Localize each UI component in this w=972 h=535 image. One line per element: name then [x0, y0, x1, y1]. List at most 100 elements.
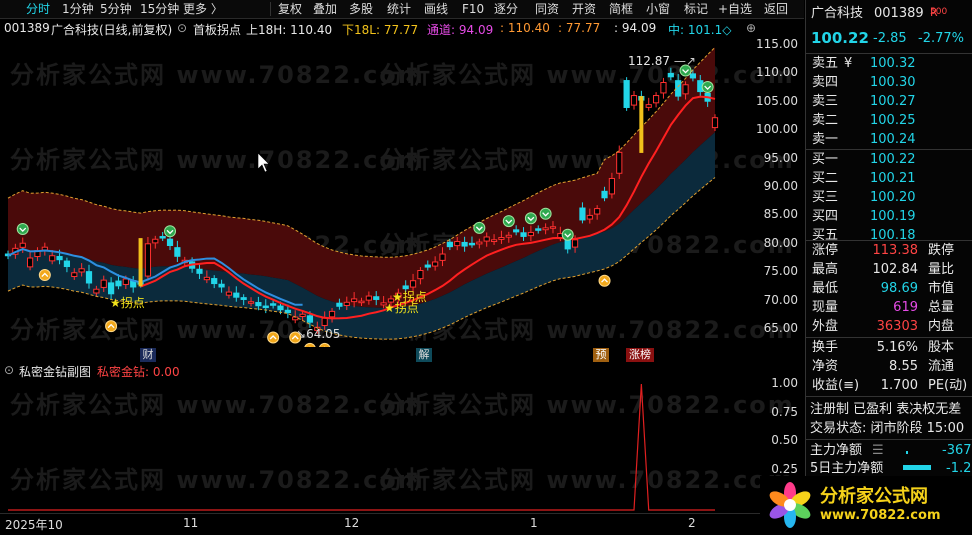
- buy-signal-icon[interactable]: [539, 207, 552, 220]
- stat-value: 619: [893, 300, 918, 315]
- tab-15min[interactable]: 15分钟: [140, 1, 179, 17]
- trade-state-text: 交易状态: 闭市阶段 15:00: [810, 421, 965, 436]
- buy-signal-icon[interactable]: [16, 223, 29, 236]
- f10-button[interactable]: F10: [462, 1, 484, 17]
- tab-5min[interactable]: 5分钟: [100, 1, 132, 17]
- table-icon[interactable]: ☰: [872, 441, 884, 460]
- currency-icon: ¥: [844, 56, 853, 71]
- date-tick: 2: [688, 516, 696, 530]
- simple-frame-button[interactable]: 简框: [609, 1, 633, 17]
- stat-label: 最高: [812, 262, 839, 277]
- mid-value: 中: 101.1◇: [668, 23, 732, 37]
- candle[interactable]: [652, 92, 660, 108]
- ask-row[interactable]: 卖一 100.24: [806, 130, 972, 149]
- stat-row: 外盘 36303 内盘: [806, 317, 972, 336]
- registration-line: 注册制 已盈利 表决权无差: [806, 400, 972, 419]
- ask-price: 100.30: [870, 75, 916, 90]
- date-tick: 11: [183, 516, 199, 530]
- add-favorite-button[interactable]: +自选: [718, 1, 752, 17]
- sell-signal-icon[interactable]: [598, 274, 611, 287]
- current-price: 100.22: [811, 29, 869, 47]
- stat-label: 外盘: [812, 319, 839, 334]
- channel-value: 通道: 94.09: [427, 23, 494, 37]
- date-tick: 12: [344, 516, 360, 530]
- buy-signal-icon[interactable]: [502, 215, 515, 228]
- stat-value: 36303: [876, 319, 918, 334]
- sell-signal-icon[interactable]: [38, 269, 51, 282]
- ask-row[interactable]: 卖二 100.25: [806, 111, 972, 130]
- sell-signal-icon[interactable]: [304, 342, 316, 347]
- ask-price: 100.24: [870, 132, 916, 147]
- open-capital-button[interactable]: 开资: [572, 1, 596, 17]
- candle[interactable]: [645, 97, 652, 111]
- bid-row[interactable]: 买一 100.22: [806, 150, 972, 169]
- price-tick: 90.00: [763, 179, 798, 193]
- tick-button[interactable]: 逐分: [494, 1, 518, 17]
- low-price-marker: ↘64.05: [296, 327, 341, 341]
- buy-signal-icon[interactable]: [164, 225, 177, 238]
- candle[interactable]: [660, 77, 667, 99]
- stat-label-2: 股本: [928, 340, 955, 355]
- panel-stock-name: 广合科技: [811, 6, 864, 21]
- date-axis: 2025年10 11 12 1 2: [0, 513, 760, 535]
- tab-more[interactable]: 更多 〉: [183, 1, 223, 17]
- subchart-toggle-icon[interactable]: ⊙: [4, 363, 14, 377]
- ask-row[interactable]: 卖三 100.27: [806, 92, 972, 111]
- mini-window-button[interactable]: 小窗: [646, 1, 670, 17]
- mark-button[interactable]: 标记: [684, 1, 708, 17]
- indicator-toggle-icon[interactable]: ⊙: [177, 21, 187, 35]
- ask-label: 卖五: [812, 56, 839, 71]
- candle[interactable]: [623, 77, 630, 111]
- ask-row[interactable]: 卖五 ¥100.32: [806, 54, 972, 73]
- stat-label-2: 内盘: [928, 319, 955, 334]
- site-logo: 分析家公式网 www.70822.com: [760, 476, 972, 534]
- stat-label-2: 跌停: [928, 243, 955, 258]
- multi-stock-button[interactable]: 多股: [349, 1, 373, 17]
- ask-price: 100.25: [870, 113, 916, 128]
- stat-label: 涨停: [812, 243, 839, 258]
- sell-signal-icon[interactable]: [105, 320, 118, 333]
- stat-row: 最高 102.84 量比: [806, 260, 972, 279]
- buy-signal-icon[interactable]: [473, 221, 486, 234]
- signal-bar: [138, 238, 143, 287]
- stat-label-2: 市值: [928, 281, 955, 296]
- price-axis: 115.00 110.00 105.00 100.00 95.00 90.00 85.00 8…: [756, 37, 804, 347]
- expand-icon[interactable]: ⊕: [746, 21, 756, 35]
- ask-row[interactable]: 卖四 100.30: [806, 73, 972, 92]
- restore-rights-button[interactable]: 复权: [278, 1, 302, 17]
- signal-label: ★拐点: [110, 296, 145, 310]
- stat-value: 8.55: [889, 359, 918, 374]
- main-net-flow-row: 主力净额 ☰ -367: [806, 441, 972, 460]
- sell-signal-icon[interactable]: [318, 342, 331, 347]
- stat-value: 5.16%: [876, 340, 918, 355]
- stat-value: 113.38: [872, 243, 919, 258]
- same-capital-button[interactable]: 同资: [535, 1, 559, 17]
- buy-signal-icon[interactable]: [561, 228, 574, 241]
- bid-row[interactable]: 买三 100.20: [806, 188, 972, 207]
- toolbar-divider: [270, 2, 271, 16]
- ask-label: 卖四: [812, 75, 839, 90]
- bid-label: 买三: [812, 190, 839, 205]
- event-label-finance[interactable]: 财: [140, 348, 156, 362]
- buy-signal-icon[interactable]: [701, 81, 714, 94]
- draw-line-button[interactable]: 画线: [424, 1, 448, 17]
- subchart-plot[interactable]: [0, 378, 760, 511]
- tab-timeshare[interactable]: 分时: [26, 1, 50, 17]
- stat-label: 收益(≡): [812, 378, 860, 393]
- statistics-button[interactable]: 统计: [387, 1, 411, 17]
- bid-row[interactable]: 买四 100.19: [806, 207, 972, 226]
- price-change: -2.85: [873, 31, 907, 46]
- candle[interactable]: [630, 91, 638, 110]
- back-button[interactable]: 返回: [764, 1, 788, 17]
- bid-row[interactable]: 买二 100.21: [806, 169, 972, 188]
- overlay-button[interactable]: 叠加: [313, 1, 337, 17]
- event-label-forecast[interactable]: 预: [593, 348, 609, 362]
- buy-signal-icon[interactable]: [524, 212, 537, 225]
- trade-state-line: 交易状态: 闭市阶段 15:00: [806, 419, 972, 438]
- event-label-unlock[interactable]: 解: [416, 348, 432, 362]
- tab-1min[interactable]: 1分钟: [62, 1, 94, 17]
- event-label-limit-up-list[interactable]: 涨榜: [626, 348, 654, 362]
- candle[interactable]: [667, 67, 674, 81]
- candle[interactable]: [144, 236, 152, 281]
- sell-signal-icon[interactable]: [267, 331, 280, 344]
